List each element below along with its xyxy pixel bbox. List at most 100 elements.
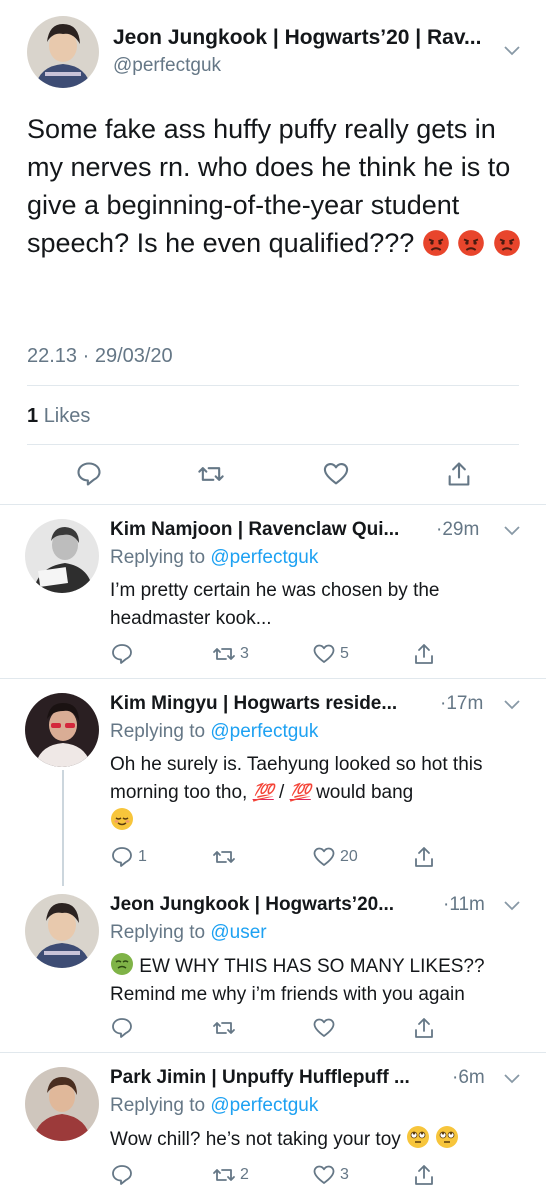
- reply-button[interactable]: [110, 1016, 138, 1040]
- mention-link[interactable]: @perfectguk: [210, 1095, 318, 1116]
- handle[interactable]: @perfectguk: [113, 55, 221, 77]
- avatar[interactable]: [27, 16, 99, 88]
- retweet-icon: [212, 845, 236, 869]
- reply-icon: [110, 845, 134, 869]
- display-name[interactable]: Park Jimin | Unpuffy Hufflepuff ...: [110, 1067, 410, 1089]
- reply-icon[interactable]: [75, 460, 103, 488]
- retweet-icon: [212, 1163, 236, 1187]
- retweet-button[interactable]: 2: [212, 1163, 249, 1187]
- share-icon[interactable]: [445, 460, 473, 488]
- reply-actions: 2 3: [0, 1163, 546, 1189]
- divider: [27, 385, 519, 386]
- reply-actions: 3 5: [0, 642, 546, 668]
- mention-link[interactable]: @perfectguk: [210, 547, 318, 568]
- reply-tweet[interactable]: Park Jimin | Unpuffy Hufflepuff ... ·6m …: [0, 1053, 546, 1200]
- reply-actions: 1 20: [0, 845, 546, 871]
- reply-tweet[interactable]: Jeon Jungkook | Hogwarts’20... ·11m Repl…: [0, 880, 546, 1052]
- reply-text-line-2: Remind me why i’m friends with you again: [110, 984, 465, 1005]
- timestamp[interactable]: ·17m: [440, 693, 483, 715]
- reply-count: 1: [138, 848, 147, 865]
- reply-text-body: Wow chill? he’s not taking your toy: [110, 1129, 401, 1150]
- share-icon: [412, 1016, 436, 1040]
- like-icon: [312, 845, 336, 869]
- retweet-button[interactable]: [212, 1016, 240, 1040]
- chevron-down-icon[interactable]: [503, 1073, 521, 1085]
- reply-text: Wow chill? he’s not taking your toy: [110, 1125, 530, 1154]
- display-name[interactable]: Jeon Jungkook | Hogwarts’20...: [110, 894, 394, 916]
- relieved-face-icon: [110, 807, 134, 831]
- reply-button[interactable]: [110, 642, 138, 666]
- avatar[interactable]: [25, 894, 99, 968]
- avatar[interactable]: [25, 1067, 99, 1141]
- angry-face-icon: [457, 229, 485, 257]
- reply-text-line-1: EW WHY THIS HAS SO MANY LIKES??: [139, 956, 485, 977]
- retweet-button[interactable]: [212, 845, 240, 869]
- reply-icon: [110, 1163, 134, 1187]
- reply-icon: [110, 1016, 134, 1040]
- thread-connector: [62, 770, 64, 886]
- retweet-icon[interactable]: [197, 460, 225, 488]
- nauseated-face-icon: [110, 952, 134, 976]
- like-count: 3: [340, 1166, 349, 1183]
- like-button[interactable]: 5: [312, 642, 349, 666]
- like-icon[interactable]: [322, 460, 350, 488]
- retweet-button[interactable]: 3: [212, 642, 249, 666]
- likes-count[interactable]: 1 Likes: [27, 405, 90, 428]
- timestamp[interactable]: ·11m: [443, 894, 485, 916]
- avatar[interactable]: [25, 519, 99, 593]
- reply-button[interactable]: 1: [110, 845, 147, 869]
- reply-text: EW WHY THIS HAS SO MANY LIKES?? Remind m…: [110, 952, 530, 1009]
- share-icon: [412, 845, 436, 869]
- replying-prefix: Replying to: [110, 1095, 206, 1116]
- share-button[interactable]: [412, 1016, 436, 1040]
- reply-button[interactable]: [110, 1163, 138, 1187]
- mention-link[interactable]: @user: [210, 922, 266, 943]
- eye-roll-icon: [406, 1125, 430, 1149]
- share-button[interactable]: [412, 642, 436, 666]
- replying-to: Replying to @user: [110, 922, 267, 944]
- chevron-down-icon[interactable]: [503, 699, 521, 711]
- timestamp[interactable]: ·29m: [436, 519, 479, 541]
- slash-text: /: [279, 782, 285, 803]
- replying-to: Replying to @perfectguk: [110, 1095, 318, 1117]
- replying-to: Replying to @perfectguk: [110, 721, 318, 743]
- angry-face-icon: [422, 229, 450, 257]
- reply-icon: [110, 642, 134, 666]
- reply-tweet[interactable]: Kim Namjoon | Ravenclaw Qui... ·29m Repl…: [0, 505, 546, 678]
- reply-text-end: would bang: [316, 782, 414, 803]
- hundred-points-icon: 💯: [252, 783, 274, 802]
- reply-tweet[interactable]: Kim Mingyu | Hogwarts reside... ·17m Rep…: [0, 679, 546, 879]
- display-name[interactable]: Jeon Jungkook | Hogwarts’20 | Rav...: [113, 26, 481, 50]
- like-icon: [312, 642, 336, 666]
- replying-to: Replying to @perfectguk: [110, 547, 318, 569]
- reply-text: I’m pretty certain he was chosen by the …: [110, 580, 440, 629]
- reply-text: Oh he surely is. Taehyung looked so hot …: [110, 751, 530, 836]
- share-button[interactable]: [412, 1163, 436, 1187]
- display-name[interactable]: Kim Namjoon | Ravenclaw Qui...: [110, 519, 399, 541]
- angry-face-icon: [493, 229, 521, 257]
- chevron-down-icon[interactable]: [503, 45, 521, 57]
- replying-prefix: Replying to: [110, 922, 206, 943]
- like-icon: [312, 1163, 336, 1187]
- share-button[interactable]: [412, 845, 436, 869]
- eye-roll-icon: [435, 1125, 459, 1149]
- timestamp[interactable]: ·6m: [452, 1067, 485, 1089]
- avatar[interactable]: [25, 693, 99, 767]
- like-count: 20: [340, 848, 358, 865]
- like-button[interactable]: [312, 1016, 340, 1040]
- display-name[interactable]: Kim Mingyu | Hogwarts reside...: [110, 693, 397, 715]
- replying-prefix: Replying to: [110, 547, 206, 568]
- chevron-down-icon[interactable]: [503, 900, 521, 912]
- chevron-down-icon[interactable]: [503, 525, 521, 537]
- divider: [27, 444, 519, 445]
- mention-link[interactable]: @perfectguk: [210, 721, 318, 742]
- reply-actions: [0, 1016, 546, 1042]
- timestamp[interactable]: 22.13 · 29/03/20: [27, 345, 173, 368]
- like-button[interactable]: 20: [312, 845, 358, 869]
- tweet-text: Some fake ass huffy puffy really gets in…: [27, 110, 527, 262]
- hundred-points-icon: 💯: [289, 783, 311, 802]
- likes-number: 1: [27, 405, 39, 427]
- main-tweet: Jeon Jungkook | Hogwarts’20 | Rav... @pe…: [0, 0, 546, 504]
- share-icon: [412, 642, 436, 666]
- like-button[interactable]: 3: [312, 1163, 349, 1187]
